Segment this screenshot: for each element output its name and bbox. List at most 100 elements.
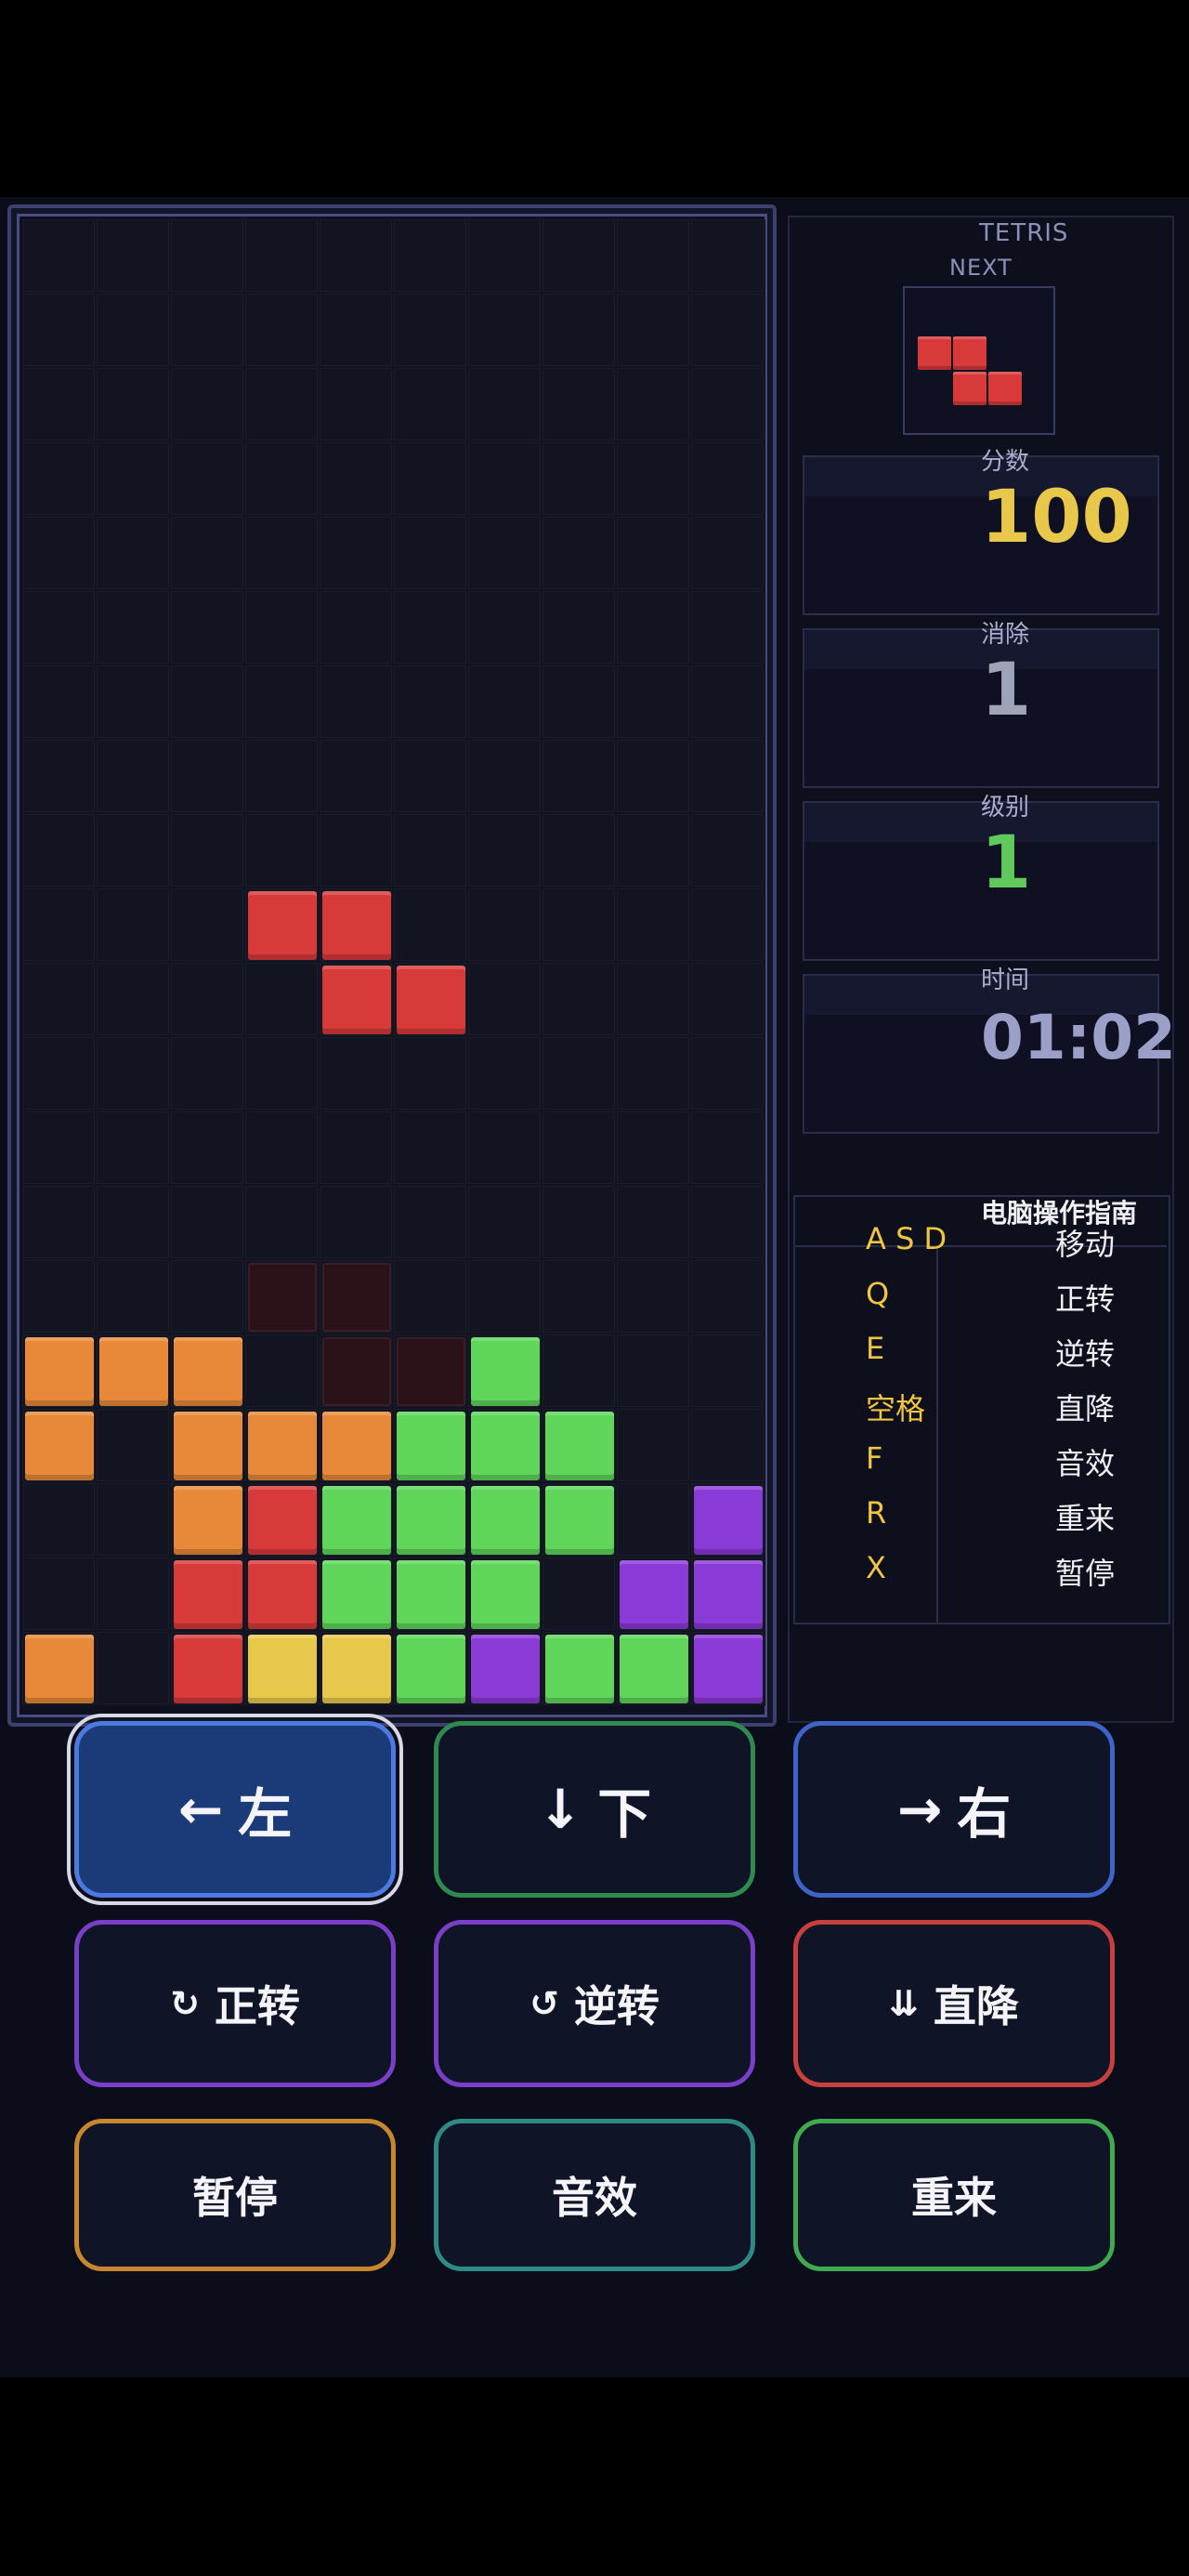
board-cell	[22, 368, 95, 440]
board-cell	[171, 814, 243, 887]
board-cell	[97, 1111, 169, 1184]
board-cell	[394, 517, 466, 589]
board-cell	[691, 1111, 764, 1184]
locked-block	[174, 1412, 242, 1480]
board-cell	[468, 517, 541, 589]
board-cell	[691, 219, 764, 292]
board-cell	[245, 665, 318, 738]
locked-block	[694, 1635, 763, 1703]
board-cell	[171, 1260, 243, 1333]
locked-block	[322, 1486, 391, 1555]
board-cell	[468, 814, 541, 887]
board-cell	[394, 814, 466, 887]
sound-label: 音效	[552, 2173, 637, 2223]
board-cell	[320, 368, 392, 440]
board-cell	[617, 517, 689, 589]
game-screen: TETRIS NEXT 分数 100 消除 1 级别 1 时间 01:02 电脑…	[0, 197, 1189, 2377]
move-left-button[interactable]: ← 左	[67, 1714, 403, 1905]
game-board	[22, 219, 765, 1706]
board-cell	[97, 368, 169, 440]
guide-row: Q 正转	[795, 1276, 1167, 1330]
move-down-button[interactable]: ↓ 下	[434, 1721, 755, 1898]
board-cell	[691, 888, 764, 961]
sound-button[interactable]: 音效	[434, 2119, 755, 2271]
ghost-block	[397, 1337, 465, 1406]
locked-block	[322, 1635, 391, 1703]
board-cell	[245, 591, 318, 664]
hard-drop-button[interactable]: ⇊ 直降	[793, 1920, 1115, 2087]
guide-action: 移动	[1055, 1227, 1116, 1262]
locked-block	[694, 1560, 763, 1629]
restart-button[interactable]: 重来	[793, 2119, 1115, 2271]
board-cell	[691, 591, 764, 664]
board-cell	[171, 294, 243, 366]
locked-block	[397, 1412, 465, 1480]
locked-block	[25, 1337, 94, 1406]
ghost-block	[248, 1263, 317, 1332]
board-cell	[542, 814, 615, 887]
board-cell	[468, 740, 541, 812]
board-cell	[542, 219, 615, 292]
app-title: TETRIS	[979, 219, 1069, 247]
board-cell	[394, 740, 466, 812]
board-cell	[617, 1409, 689, 1481]
next-piece-block	[953, 336, 986, 370]
board-cell	[171, 1111, 243, 1184]
board-cell	[394, 1186, 466, 1258]
board-cell	[97, 1483, 169, 1556]
board-cell	[22, 517, 95, 589]
pause-button[interactable]: 暂停	[74, 2119, 396, 2271]
locked-block	[545, 1635, 614, 1703]
guide-row: X 暂停	[795, 1550, 1167, 1604]
board-cell	[245, 1334, 318, 1407]
board-cell	[320, 294, 392, 366]
board-cell	[22, 1186, 95, 1258]
move-right-button[interactable]: → 右	[793, 1721, 1115, 1898]
board-cell	[394, 219, 466, 292]
board-cell	[617, 963, 689, 1035]
board-cell	[691, 1409, 764, 1481]
board-cell	[171, 1037, 243, 1110]
locked-block	[25, 1635, 94, 1703]
active-piece-block	[322, 966, 391, 1034]
board-cell	[320, 1186, 392, 1258]
guide-key: A S D	[866, 1221, 947, 1256]
rotate-ccw-button[interactable]: ↺ 逆转	[434, 1920, 755, 2087]
arrow-down-icon: ↓	[537, 1778, 583, 1841]
locked-block	[471, 1486, 540, 1555]
locked-block	[322, 1560, 391, 1629]
rotate-cw-label: 正转	[214, 1981, 300, 2031]
locked-block	[397, 1486, 465, 1555]
rotate-cw-button[interactable]: ↻ 正转	[74, 1920, 396, 2087]
next-piece-block	[953, 372, 986, 405]
score-box: 分数 100	[803, 448, 1159, 615]
board-cell	[22, 814, 95, 887]
locked-block	[99, 1337, 168, 1406]
board-cell	[542, 294, 615, 366]
board-cell	[468, 219, 541, 292]
guide-key: Q	[866, 1276, 890, 1311]
board-cell	[245, 740, 318, 812]
board-cell	[617, 740, 689, 812]
guide-row: F 音效	[795, 1440, 1167, 1494]
board-cell	[617, 888, 689, 961]
board-cell	[97, 442, 169, 515]
locked-block	[545, 1412, 614, 1480]
locked-block	[694, 1486, 763, 1555]
lines-box: 消除 1	[803, 621, 1159, 788]
lines-value: 1	[981, 649, 1032, 732]
guide-row: R 重来	[795, 1495, 1167, 1549]
board-cell	[320, 814, 392, 887]
rotate-ccw-label: 逆转	[573, 1981, 660, 2031]
board-cell	[617, 442, 689, 515]
board-cell	[542, 517, 615, 589]
guide-action: 正转	[1055, 1281, 1116, 1317]
locked-block	[248, 1412, 317, 1480]
move-down-label: 下	[597, 1782, 652, 1846]
locked-block	[620, 1635, 688, 1703]
score-label: 分数	[981, 448, 1030, 476]
board-cell	[617, 1334, 689, 1407]
board-cell	[245, 219, 318, 292]
board-cell	[22, 1483, 95, 1556]
board-cell	[617, 1186, 689, 1258]
